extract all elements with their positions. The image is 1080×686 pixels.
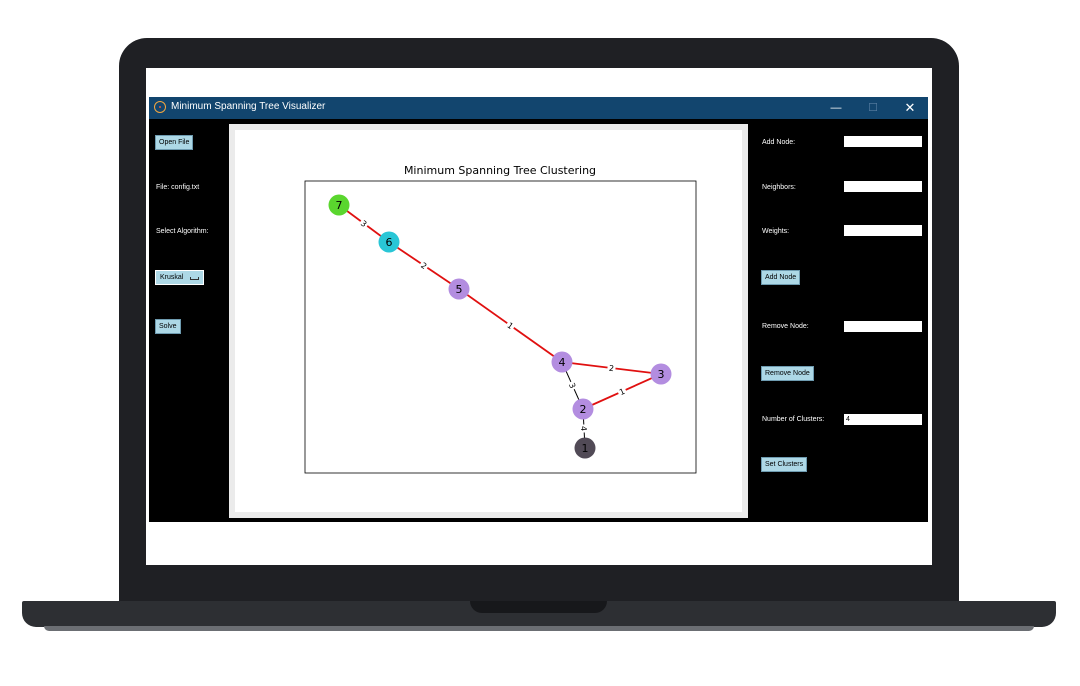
graph-node-label: 7 [336,199,343,212]
algorithm-select[interactable]: Kruskal [155,270,204,285]
close-button[interactable]: ✕ [895,97,925,119]
graph-node-label: 5 [456,283,463,296]
dropdown-indicator-icon [190,277,199,280]
weights-label: Weights: [762,228,790,235]
plot-canvas: Minimum Spanning Tree Clustering 3212134… [235,130,742,512]
file-label: File: config.txt [156,184,200,191]
select-algorithm-label: Select Algorithm: [156,228,209,235]
solve-button[interactable]: Solve [155,319,181,334]
remove-node-button[interactable]: Remove Node [761,366,814,381]
edge-weight-label: 4 [579,426,588,432]
algorithm-select-value: Kruskal [160,274,184,281]
graph-node-label: 6 [386,236,393,249]
minimize-button[interactable]: — [821,97,851,119]
graph-node-label: 4 [559,356,566,369]
remove-node-input[interactable] [844,321,922,332]
window-title: Minimum Spanning Tree Visualizer [171,101,326,112]
open-file-button[interactable]: Open File [155,135,194,150]
add-node-input[interactable] [844,136,922,147]
add-node-button[interactable]: Add Node [761,270,801,285]
neighbors-label: Neighbors: [762,184,796,191]
plot-title: Minimum Spanning Tree Clustering [404,164,596,177]
clusters-input[interactable]: 4 [844,414,922,425]
laptop-base-edge [44,626,1034,631]
app-icon [154,101,166,113]
graph-node-label: 2 [580,403,587,416]
remove-node-label: Remove Node: [762,323,809,330]
neighbors-input[interactable] [844,181,922,192]
graph-node-label: 1 [582,442,589,455]
laptop-notch [470,601,607,613]
set-clusters-button[interactable]: Set Clusters [761,457,808,472]
edge-weight-label: 2 [608,364,614,374]
graph-node-label: 3 [658,368,665,381]
weights-input[interactable] [844,225,922,236]
add-node-label: Add Node: [762,139,796,146]
graph-plot: Minimum Spanning Tree Clustering 3212134… [304,164,697,474]
maximize-button[interactable]: ☐ [858,97,888,119]
clusters-label: Number of Clusters: [762,416,825,423]
title-bar: Minimum Spanning Tree Visualizer — ☐ ✕ [149,97,928,119]
plot-frame: Minimum Spanning Tree Clustering 3212134… [229,124,748,518]
app-window: Minimum Spanning Tree Visualizer — ☐ ✕ O… [149,97,928,522]
